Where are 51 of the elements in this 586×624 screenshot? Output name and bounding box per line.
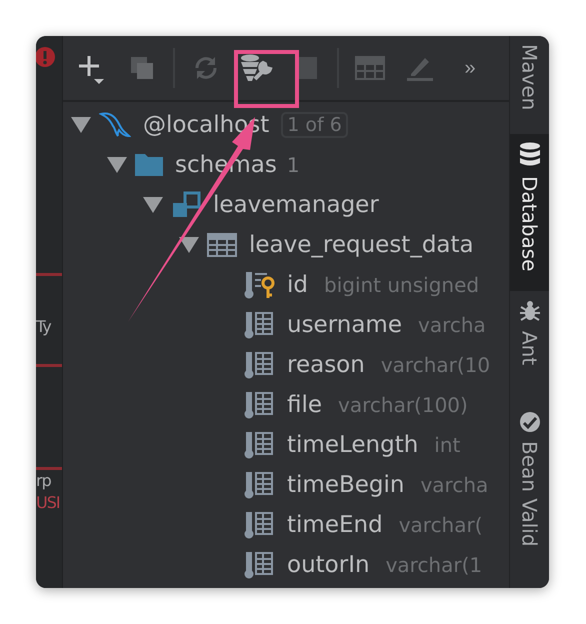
bug-icon — [518, 299, 540, 324]
database-wrench-icon — [239, 53, 273, 83]
expanded-arrow-icon[interactable] — [107, 157, 127, 173]
key-column-icon — [243, 270, 275, 300]
dolphin-icon — [99, 110, 131, 140]
tree-item-label[interactable]: timeBegin — [287, 472, 404, 498]
column-type: varcha — [418, 313, 486, 337]
expanded-arrow-icon[interactable] — [143, 197, 163, 213]
tree-item-label[interactable]: timeEnd — [287, 512, 383, 538]
code-fragment: rp — [36, 470, 51, 492]
column-type: varchar( — [398, 513, 483, 537]
column-icon — [243, 310, 275, 340]
column-type: varcha — [420, 473, 488, 497]
tree-item-label[interactable]: username — [287, 312, 402, 338]
count-badge: 1 of 6 — [281, 112, 348, 138]
column-icon — [243, 510, 275, 540]
column-icon — [243, 430, 275, 460]
tool-window-tab[interactable]: Database — [510, 134, 549, 292]
tree-item-label[interactable]: id — [287, 272, 308, 298]
table-icon — [355, 56, 385, 80]
schema-icon — [171, 191, 201, 219]
column-type: varchar(10 — [380, 353, 490, 377]
table-icon — [207, 233, 237, 257]
expanded-arrow-icon[interactable] — [179, 237, 199, 253]
bean-icon — [518, 410, 540, 433]
database-icon — [518, 142, 540, 168]
item-count: 1 — [286, 153, 300, 177]
tree-item-label[interactable]: leave_request_data — [249, 232, 474, 258]
column-icon — [243, 470, 275, 500]
tool-window-tab[interactable]: Maven — [510, 36, 549, 134]
column-type: varchar(100) — [338, 393, 468, 417]
column-type: bigint unsigned — [324, 273, 480, 297]
column-icon — [243, 350, 275, 380]
tree-item-label[interactable]: reason — [287, 352, 365, 378]
expanded-arrow-icon[interactable] — [71, 117, 91, 133]
code-fragment: Ty — [36, 316, 51, 338]
column-icon — [243, 390, 275, 420]
column-type: varchar(1 — [386, 553, 482, 577]
tool-window-tab[interactable]: Ant — [510, 291, 549, 403]
copy-icon — [129, 55, 155, 81]
tree-item-label[interactable]: leavemanager — [213, 192, 379, 218]
column-icon — [243, 550, 275, 580]
folder-icon — [135, 154, 163, 176]
tree-item-label[interactable]: outorIn — [287, 552, 370, 578]
refresh-icon — [193, 55, 219, 81]
code-fragment: USI — [36, 492, 60, 514]
tree-item-label[interactable]: file — [287, 392, 322, 418]
tree-item-label[interactable]: timeLength — [287, 432, 418, 458]
tool-window-tab[interactable]: Bean Valid — [510, 402, 549, 588]
more-button[interactable]: » — [445, 46, 495, 90]
column-type: int — [434, 433, 460, 457]
